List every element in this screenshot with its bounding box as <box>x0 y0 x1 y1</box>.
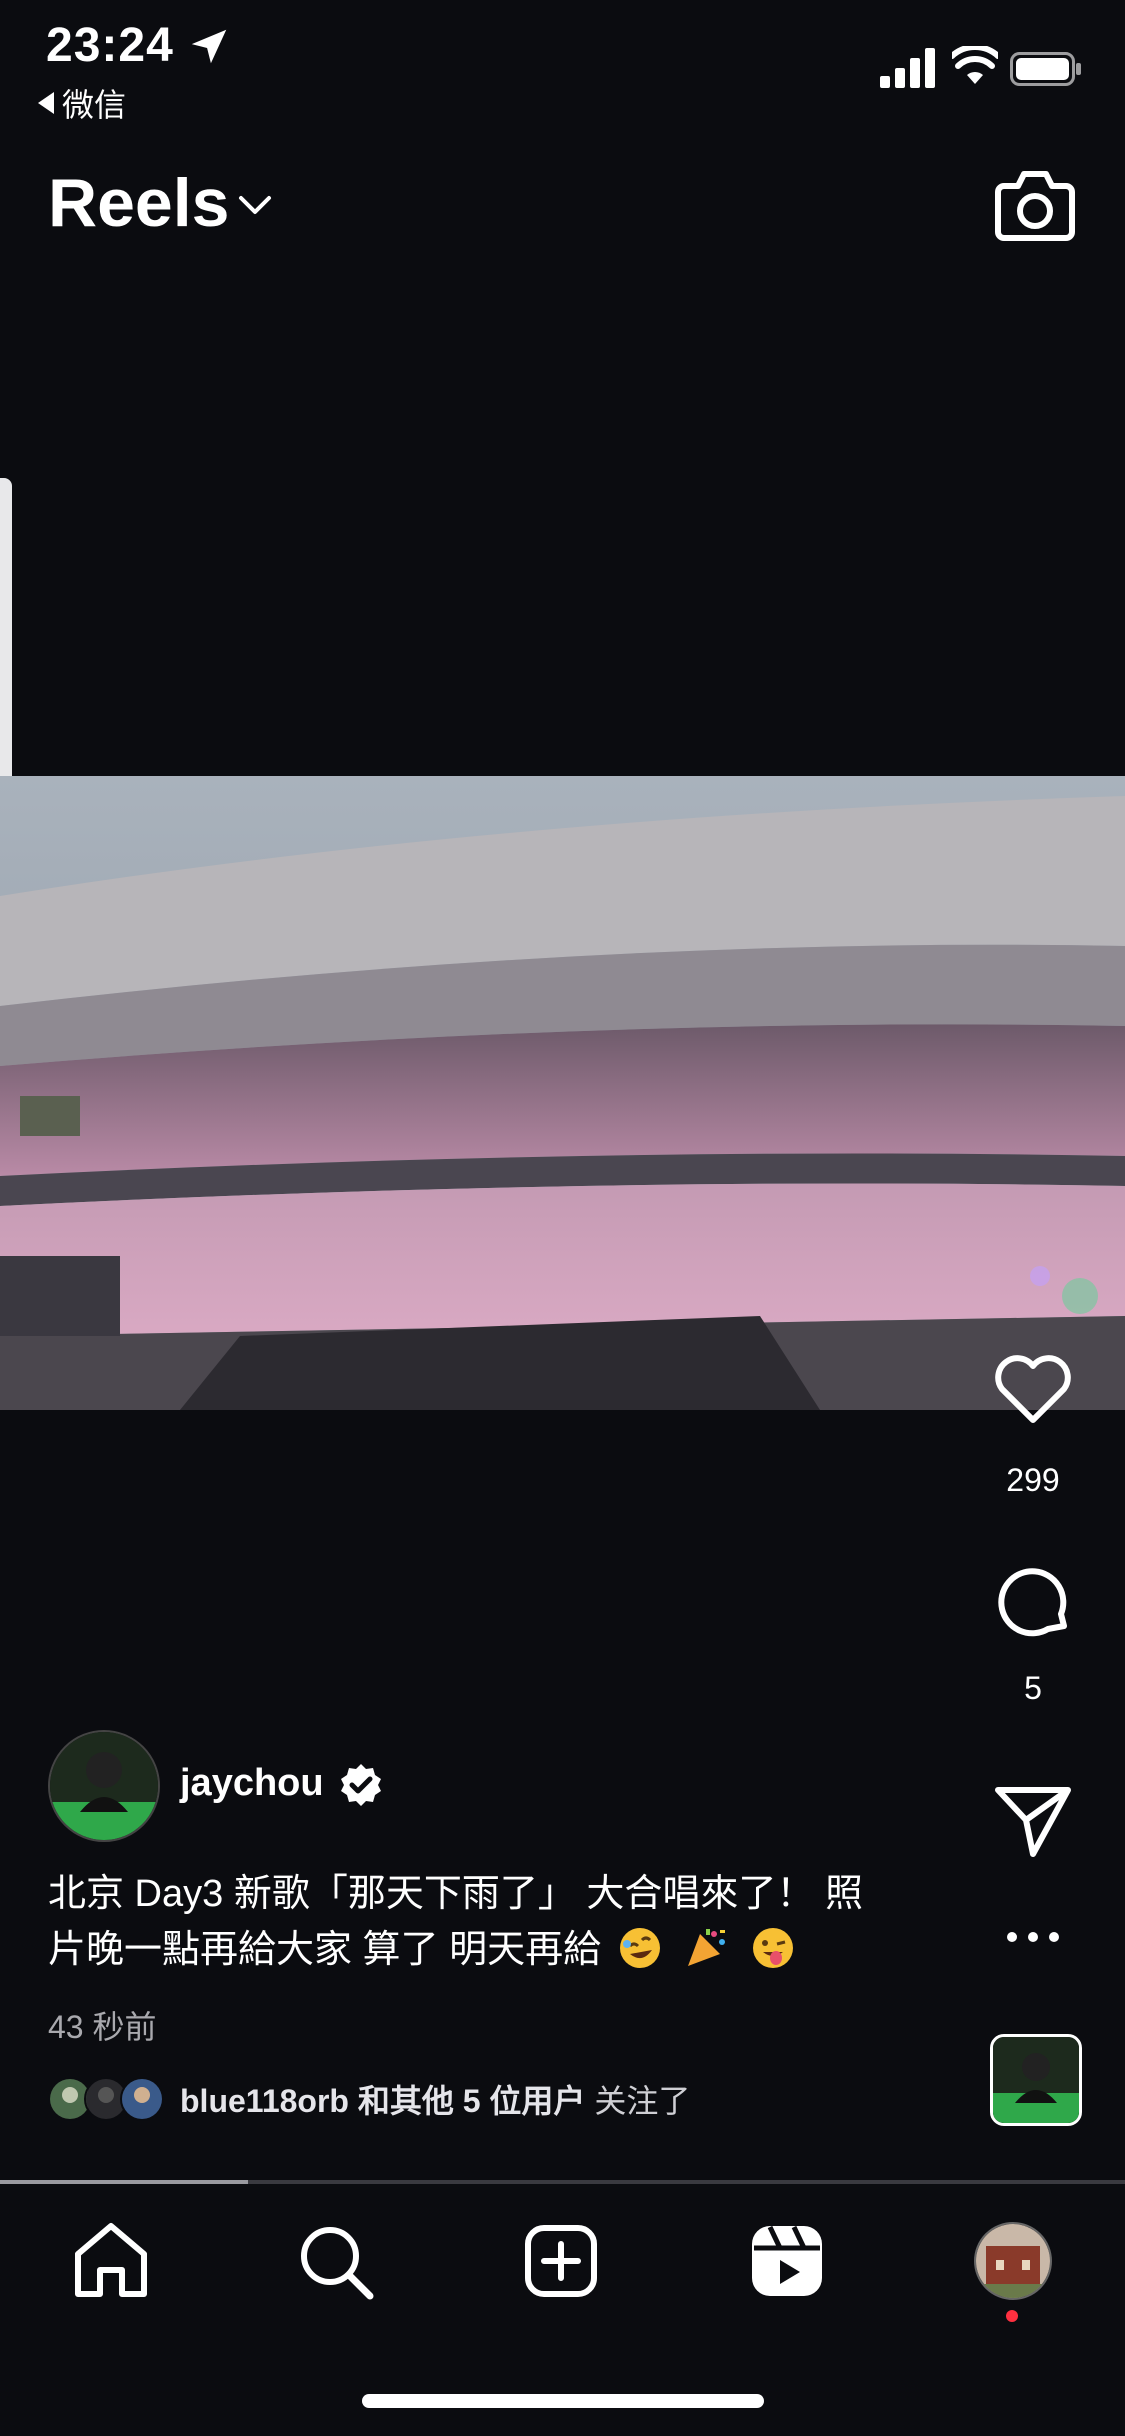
followers-count-text: 和其他 5 位用户 <box>348 2083 586 2119</box>
paper-plane-icon[interactable] <box>990 1776 1076 1862</box>
stadium-video-frame <box>0 776 1125 1410</box>
search-icon[interactable] <box>290 2216 380 2306</box>
party-popper-emoji <box>688 1929 726 1966</box>
audio-thumbnail-button[interactable] <box>990 2034 1082 2126</box>
heart-icon[interactable] <box>990 1346 1076 1432</box>
author-username[interactable]: jaychou <box>180 1762 324 1805</box>
video-progress-fill <box>0 2180 248 2184</box>
post-caption[interactable]: 北京 Day3 新歌「那天下雨了」 大合唱來了！ 照 片晚一點再給大家 算了 明… <box>48 1866 928 1978</box>
follower-avatar <box>120 2077 164 2121</box>
back-to-app-button[interactable]: 微信 <box>38 80 126 126</box>
create-post-icon[interactable] <box>516 2216 606 2306</box>
verified-badge-icon <box>341 1764 381 1806</box>
followed-by-row[interactable]: blue118orb 和其他 5 位用户 关注了 <box>48 2076 690 2122</box>
status-time: 23:24 <box>46 19 174 72</box>
more-dots-icon[interactable] <box>1006 1930 1060 1944</box>
rolling-laughing-emoji <box>619 1928 660 1968</box>
battery-icon <box>1010 52 1081 86</box>
caption-line-2-text: 片晚一點再給大家 算了 明天再給 <box>48 1929 602 1971</box>
author-avatar-image <box>50 1732 158 1840</box>
audio-thumbnail-image <box>993 2037 1079 2123</box>
comment-bubble-icon[interactable] <box>990 1560 1076 1646</box>
caption-line-2: 片晚一點再給大家 算了 明天再給 <box>48 1922 928 1978</box>
back-triangle-icon <box>38 92 54 114</box>
like-count[interactable]: 299 <box>973 1462 1093 1499</box>
camera-icon[interactable] <box>994 166 1076 242</box>
comment-count[interactable]: 5 <box>973 1670 1093 1707</box>
back-app-label: 微信 <box>62 87 127 123</box>
author-avatar[interactable] <box>48 1730 160 1842</box>
chevron-down-icon[interactable] <box>238 194 272 216</box>
caption-line-1: 北京 Day3 新歌「那天下雨了」 大合唱來了！ 照 <box>48 1873 863 1915</box>
cellular-signal-icon <box>880 48 935 88</box>
home-icon[interactable] <box>66 2216 156 2306</box>
followed-by-text: blue118orb 和其他 5 位用户 关注了 <box>180 2076 690 2122</box>
home-indicator[interactable] <box>362 2394 764 2408</box>
reel-video[interactable] <box>0 776 1125 1410</box>
profile-avatar-image <box>976 2224 1050 2298</box>
reels-icon[interactable] <box>742 2216 832 2306</box>
post-time-ago: 43 秒前 <box>48 2009 157 2045</box>
followed-suffix: 关注了 <box>594 2083 691 2119</box>
notification-dot <box>1006 2310 1018 2322</box>
winking-tongue-emoji <box>752 1928 793 1968</box>
profile-avatar[interactable] <box>974 2222 1052 2300</box>
reels-title[interactable]: Reels <box>48 164 229 242</box>
location-arrow-icon <box>191 29 227 64</box>
wifi-icon <box>952 46 998 84</box>
follower-username: blue118orb <box>180 2083 349 2119</box>
